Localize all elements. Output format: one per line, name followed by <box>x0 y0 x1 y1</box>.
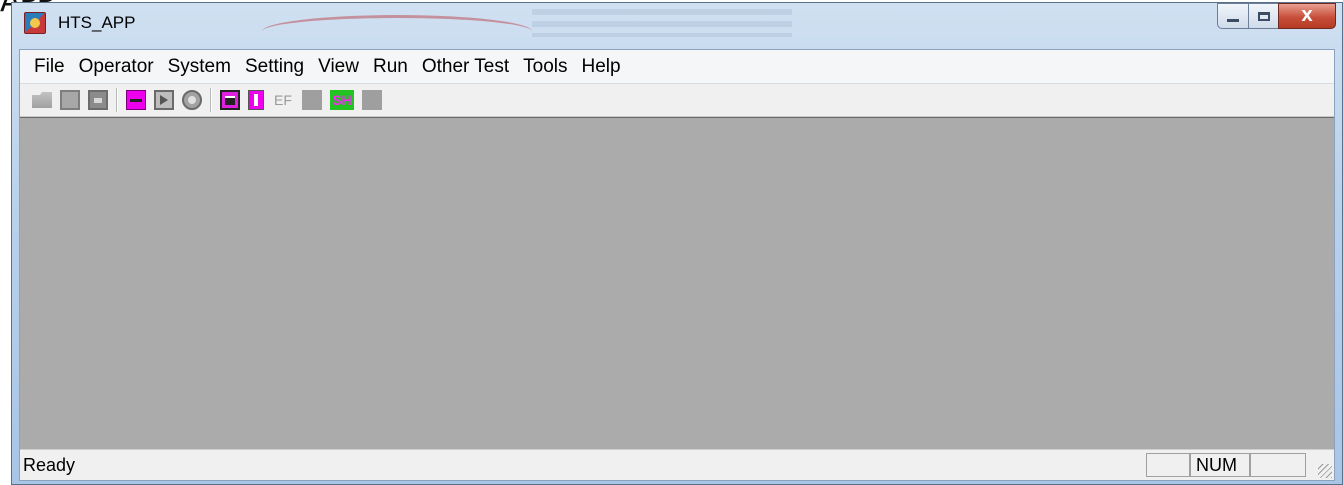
document-icon[interactable] <box>248 90 264 110</box>
toolbar: EF SH <box>20 84 1334 117</box>
menu-setting[interactable]: Setting <box>238 56 311 78</box>
resize-grip-icon[interactable] <box>1318 464 1332 478</box>
title-bar[interactable]: HTS_APP X <box>12 3 1342 47</box>
menu-help[interactable]: Help <box>575 56 628 78</box>
import-icon[interactable] <box>60 90 80 110</box>
menu-other-test[interactable]: Other Test <box>415 56 516 78</box>
background-blur-rows <box>532 9 792 37</box>
toolbar-separator <box>210 88 212 112</box>
status-text: Ready <box>23 455 76 475</box>
workspace-area[interactable] <box>20 117 1334 452</box>
chip-icon[interactable] <box>220 90 240 110</box>
menu-system[interactable]: System <box>161 56 238 78</box>
background-blur-mark <box>262 15 532 48</box>
key-icon[interactable] <box>126 90 146 110</box>
blank-icon[interactable] <box>361 90 382 110</box>
app-logo-icon[interactable] <box>24 12 46 34</box>
client-area: File Operator System Setting View Run Ot… <box>19 49 1335 481</box>
num-lock-indicator: NUM <box>1196 455 1237 475</box>
blank-icon[interactable] <box>301 90 322 110</box>
stop-icon[interactable] <box>182 90 202 110</box>
menu-operator[interactable]: Operator <box>72 56 161 78</box>
status-pane-num: NUM <box>1190 453 1250 477</box>
app-window: HTS_APP X File Operator System Setting V… <box>11 2 1343 485</box>
maximize-icon <box>1257 11 1270 21</box>
save-icon[interactable] <box>88 90 108 110</box>
window-title: HTS_APP <box>58 13 136 32</box>
status-bar: Ready NUM <box>20 449 1334 480</box>
run-icon[interactable] <box>154 90 174 110</box>
menu-tools[interactable]: Tools <box>516 56 574 78</box>
window-controls: X <box>1217 3 1336 31</box>
minimize-icon <box>1227 18 1239 22</box>
status-pane-empty <box>1146 453 1190 477</box>
menu-run[interactable]: Run <box>366 56 415 78</box>
close-button[interactable]: X <box>1278 3 1336 29</box>
sh-icon[interactable]: SH <box>329 90 354 110</box>
close-icon: X <box>1301 7 1313 25</box>
ef-icon[interactable]: EF <box>272 90 294 110</box>
toolbar-separator <box>116 88 118 112</box>
menu-view[interactable]: View <box>311 56 366 78</box>
menu-bar: File Operator System Setting View Run Ot… <box>20 50 1334 84</box>
open-icon[interactable] <box>32 92 52 108</box>
menu-file[interactable]: File <box>27 56 72 78</box>
status-pane-empty <box>1250 453 1306 477</box>
maximize-button[interactable] <box>1248 3 1278 29</box>
minimize-button[interactable] <box>1217 3 1248 29</box>
